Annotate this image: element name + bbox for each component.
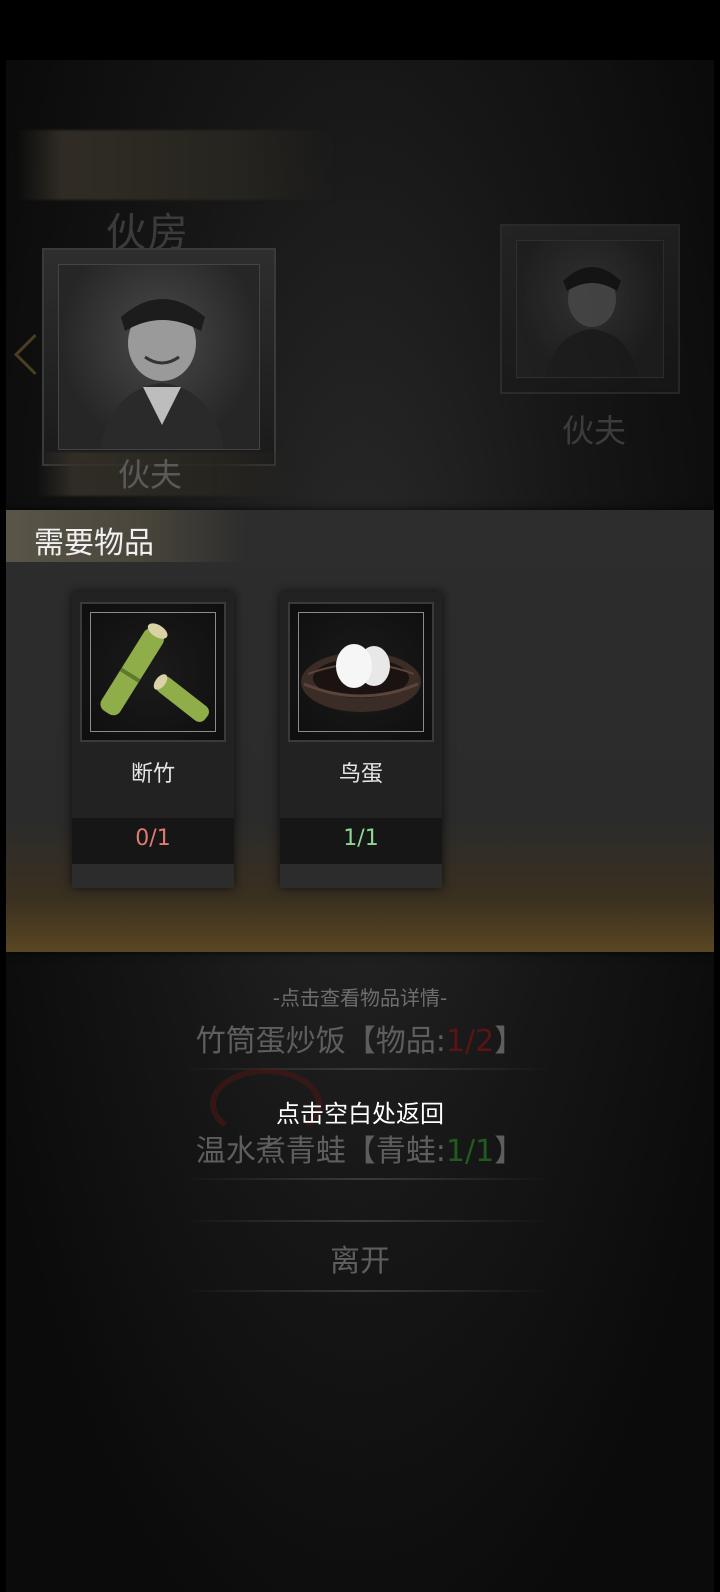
item-count: 1/1 — [343, 826, 379, 851]
item-icon-frame — [80, 602, 226, 742]
cook-portrait-image — [58, 264, 260, 450]
cook-figure-icon — [100, 299, 224, 449]
item-card-bird-egg[interactable]: 鸟蛋 1/1 — [280, 592, 442, 888]
recipe-option-bamboo-egg-rice[interactable]: 竹筒蛋炒饭【物品:1/2】 — [0, 1016, 720, 1060]
item-detail-hint: -点击查看物品详情- — [272, 986, 448, 1010]
recipe-req-close: 】 — [494, 1024, 525, 1059]
tap-blank-to-return-hint: 点击空白处返回 — [276, 1100, 444, 1128]
npc-name-right: 伙夫 — [562, 412, 627, 450]
cook-portrait-image — [516, 240, 664, 378]
menu-divider — [180, 1068, 550, 1070]
recipe-req-close: 】 — [494, 1134, 525, 1169]
recipe-name: 竹筒蛋炒饭 — [195, 1024, 346, 1059]
item-name: 断竹 — [130, 762, 175, 787]
recipe-sep: / — [465, 1024, 476, 1059]
menu-divider — [180, 1178, 550, 1180]
item-name: 鸟蛋 — [338, 762, 383, 787]
leave-button[interactable]: 离开 — [0, 1236, 720, 1280]
recipe-name: 温水煮青蛙 — [195, 1134, 346, 1169]
panel-title: 需要物品 — [34, 526, 154, 561]
recipe-req-open: 【物品: — [345, 1024, 446, 1059]
recipe-have: 1 — [445, 1134, 465, 1169]
menu-divider — [180, 1220, 550, 1222]
npc-portrait-selected — [42, 248, 276, 466]
npc-name-left: 伙夫 — [118, 456, 183, 494]
npc-portrait — [500, 224, 680, 394]
recipe-sep: / — [465, 1134, 476, 1169]
item-card-footer — [280, 864, 442, 888]
game-screen[interactable]: 伙房 伙夫 伙夫 需要物品 断竹 0/1 鸟蛋 1/1 -点击查看物品详情- 竹… — [0, 0, 720, 1592]
item-count: 0/1 — [135, 826, 171, 851]
recipe-need: 2 — [475, 1024, 495, 1059]
bamboo-icon — [100, 623, 209, 722]
item-card-bamboo[interactable]: 断竹 0/1 — [72, 592, 234, 888]
recipe-have: 1 — [445, 1024, 465, 1059]
title-brush-stroke — [16, 130, 336, 200]
bird-egg-nest-icon — [301, 644, 421, 712]
item-card-footer — [72, 864, 234, 888]
item-icon-frame — [288, 602, 434, 742]
recipe-req-open: 【青蛙: — [345, 1134, 446, 1169]
required-items-panel: 需要物品 断竹 0/1 鸟蛋 1/1 — [6, 510, 714, 952]
cook-figure-icon — [545, 267, 639, 377]
menu-divider — [180, 1290, 550, 1292]
recipe-option-boiled-frog[interactable]: 温水煮青蛙【青蛙:1/1】 — [0, 1126, 720, 1170]
recipe-need: 1 — [475, 1134, 495, 1169]
